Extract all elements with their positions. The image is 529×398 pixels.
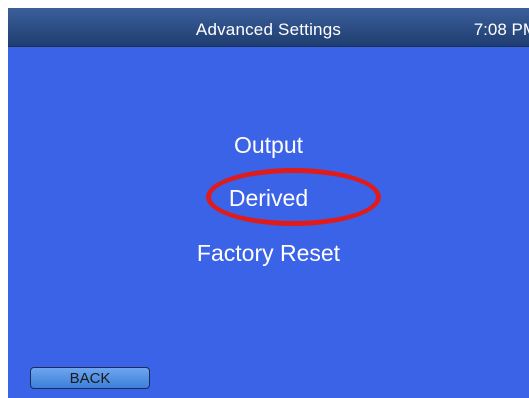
back-button[interactable]: BACK	[30, 367, 150, 389]
menu-item-output[interactable]: Output	[8, 132, 529, 159]
menu-item-derived[interactable]: Derived	[8, 185, 529, 212]
page-title: Advanced Settings	[195, 20, 342, 39]
title-bar: Advanced Settings 7:08 PM	[8, 8, 529, 47]
menu-item-factory-reset[interactable]: Factory Reset	[8, 240, 529, 267]
device-screen: Advanced Settings 7:08 PM Output Derived…	[8, 8, 529, 398]
clock-time: 7:08 PM	[473, 20, 529, 39]
